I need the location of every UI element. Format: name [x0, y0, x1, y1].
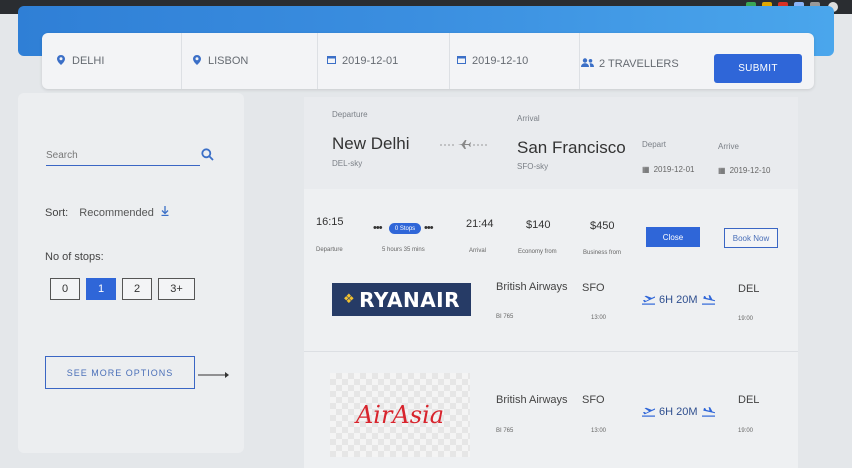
stops-option-3plus[interactable]: 3+ — [158, 278, 195, 300]
stops-option-1[interactable]: 1 — [86, 278, 116, 300]
airasia-logo: AirAsia — [330, 373, 470, 457]
origin-code: SFO — [582, 282, 605, 294]
origin-code: SFO — [582, 394, 605, 406]
to-field[interactable]: LISBON — [192, 33, 318, 89]
users-icon — [580, 58, 594, 70]
search-icon[interactable] — [201, 148, 215, 162]
depart-label: Depart — [642, 140, 667, 149]
stops-option-2[interactable]: 2 — [122, 278, 152, 300]
duration-text: 6H 20M — [659, 294, 698, 306]
sort-value[interactable]: Recommended — [79, 207, 154, 219]
landing-icon — [701, 295, 715, 305]
departure-time: 16:15 — [316, 216, 344, 228]
filters-sidebar: Search Sort: Recommended No of stops: 0 … — [18, 93, 244, 453]
flight-duration: 6H 20M — [638, 406, 719, 418]
sort-down-arrow-icon[interactable] — [161, 206, 169, 219]
row-divider — [304, 351, 798, 352]
to-code: SFO-sky — [517, 162, 549, 171]
book-now-button[interactable]: Book Now — [724, 228, 778, 248]
from-code: DEL-sky — [332, 159, 363, 168]
dots-left: ••• — [373, 222, 383, 234]
departure-caption: Departure — [316, 247, 343, 253]
arrival-label: Arrival — [517, 114, 540, 123]
airline-name: British Airways — [496, 281, 568, 293]
to-city: San Francisco — [517, 138, 626, 157]
duration-text: 6H 20M — [659, 406, 698, 418]
close-button[interactable]: Close — [646, 227, 700, 247]
travellers-value: 2 TRAVELLERS — [599, 58, 679, 70]
stops-option-0[interactable]: 0 — [50, 278, 80, 300]
ryanair-logo: ❖ RYANAIR — [332, 283, 471, 316]
destination-code: DEL — [738, 283, 760, 295]
stops-badge: 0 Stops — [389, 223, 421, 234]
economy-price: $140 — [526, 219, 551, 231]
submit-button[interactable]: SUBMIT — [714, 54, 802, 83]
origin-time: 13:00 — [591, 315, 607, 321]
arrival-caption: Arrival — [469, 248, 487, 254]
sort-control[interactable]: Sort: Recommended — [45, 206, 169, 219]
search-placeholder: Search — [46, 150, 78, 161]
takeoff-icon — [642, 407, 655, 417]
from-city: New Delhi — [332, 134, 410, 153]
from-value: DELHI — [72, 55, 105, 67]
depart-date-text: 2019-12-01 — [653, 165, 695, 174]
destination-time: 19:00 — [738, 428, 754, 434]
return-date-value: 2019-12-10 — [472, 55, 529, 67]
route-header: Departure New Delhi DEL-sky Arrival San … — [304, 97, 798, 189]
airline-name: British Airways — [496, 394, 568, 406]
results-panel: Departure New Delhi DEL-sky Arrival San … — [304, 97, 798, 468]
calendar-icon: ▦ — [718, 166, 726, 175]
arrive-label: Arrive — [718, 142, 739, 151]
sort-label: Sort: — [45, 207, 69, 219]
calendar-icon: ▦ — [642, 165, 650, 174]
arrive-date-text: 2019-12-10 — [729, 166, 771, 175]
location-pin-icon — [192, 54, 202, 68]
takeoff-icon — [642, 295, 655, 305]
business-price: $450 — [590, 220, 615, 232]
business-caption: Business from — [583, 250, 622, 256]
arrive-date: ▦ 2019-12-10 — [718, 166, 770, 175]
return-date-field[interactable]: 2019-12-10 — [456, 33, 580, 89]
to-value: LISBON — [208, 55, 249, 67]
calendar-icon — [326, 55, 336, 67]
destination-time: 19:00 — [738, 316, 754, 322]
origin-time: 13:00 — [591, 428, 607, 434]
economy-caption: Economy from — [518, 249, 557, 255]
airasia-logo-text: AirAsia — [355, 401, 445, 429]
arrival-time: 21:44 — [466, 218, 494, 230]
duration-caption: 5 hours 35 mins — [382, 247, 425, 253]
depart-date: ▦ 2019-12-01 — [642, 165, 694, 174]
flight-number: BI 765 — [496, 428, 514, 434]
sidebar-search-input[interactable]: Search — [46, 150, 200, 166]
calendar-icon — [456, 55, 466, 67]
ryanair-logo-text: RYANAIR — [359, 287, 461, 312]
flight-number: BI 765 — [496, 314, 514, 320]
see-more-options-button[interactable]: SEE MORE OPTIONS — [45, 356, 195, 389]
arrow-right-icon[interactable] — [198, 367, 232, 378]
stops-label: No of stops: — [45, 251, 104, 263]
departure-label: Departure — [332, 110, 368, 119]
flight-duration: 6H 20M — [638, 294, 719, 306]
dots-right: ••• — [424, 222, 434, 234]
plane-icon — [440, 138, 488, 152]
destination-code: DEL — [738, 394, 760, 406]
from-field[interactable]: DELHI — [56, 33, 182, 89]
landing-icon — [701, 407, 715, 417]
travellers-field[interactable]: 2 TRAVELLERS — [580, 33, 706, 89]
flight-search-bar: DELHI LISBON 2019-12-01 2019-12-10 2 TRA… — [42, 33, 814, 89]
location-pin-icon — [56, 54, 66, 68]
depart-date-field[interactable]: 2019-12-01 — [326, 33, 450, 89]
harp-icon: ❖ — [342, 292, 356, 307]
depart-date-value: 2019-12-01 — [342, 55, 399, 67]
